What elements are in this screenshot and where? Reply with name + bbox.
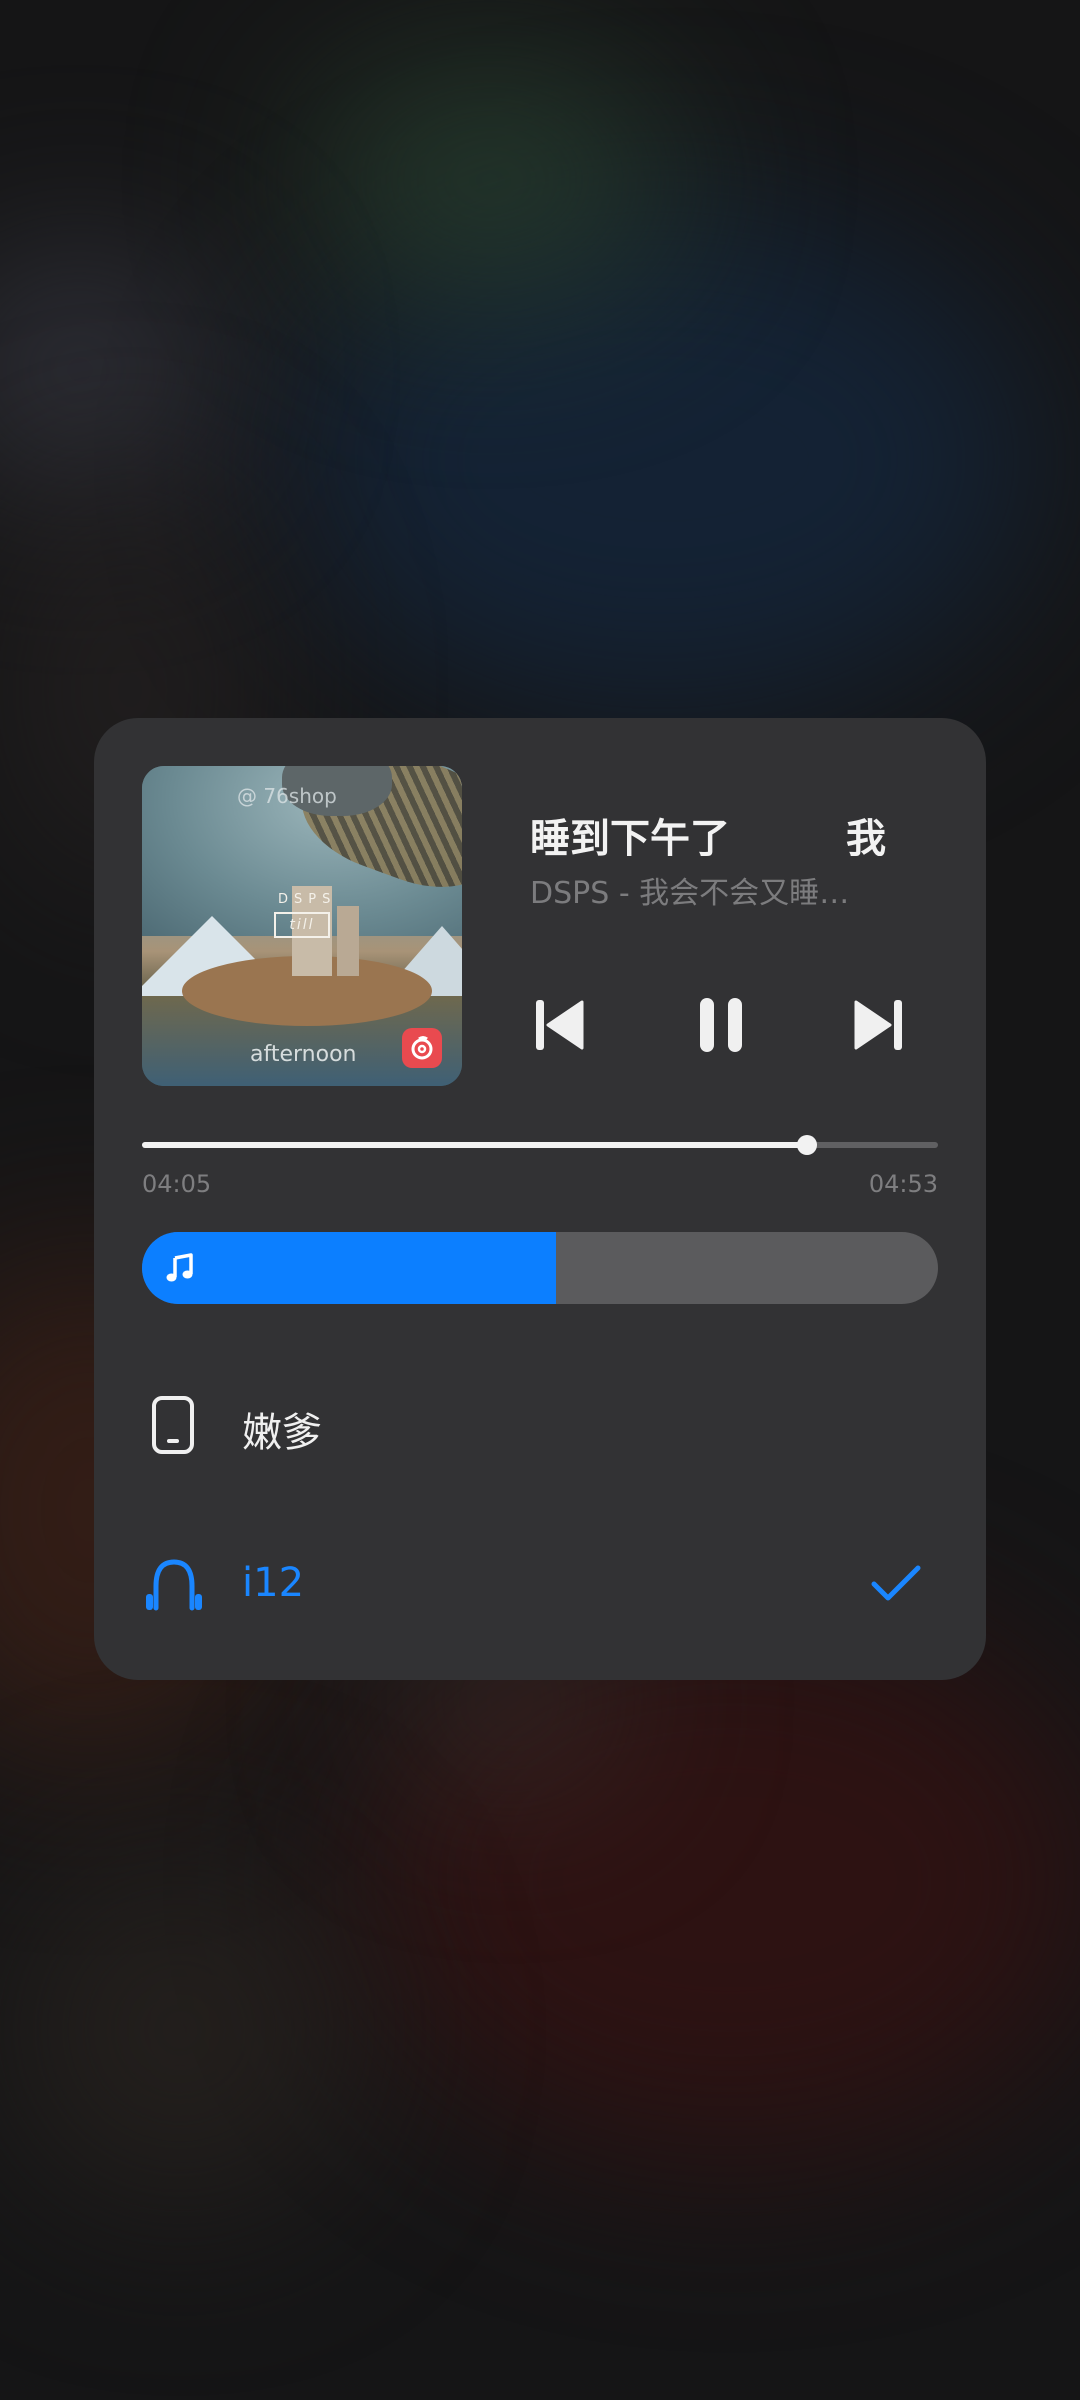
checkmark-icon [871, 1565, 921, 1601]
device-item-earbuds[interactable]: i12 [142, 1530, 938, 1640]
skip-previous-icon [536, 1000, 584, 1050]
music-note-icon [166, 1253, 193, 1282]
earbuds-icon [146, 1559, 202, 1611]
next-button[interactable] [844, 990, 914, 1060]
skip-next-icon [854, 1000, 902, 1050]
current-time: 04:05 [142, 1170, 212, 1198]
volume-slider[interactable] [142, 1232, 938, 1304]
netease-music-icon [402, 1028, 442, 1068]
song-title: 睡到下午了 我 [530, 806, 982, 856]
album-art-top-text: @ 76shop [237, 784, 337, 808]
total-time: 04:53 [868, 1170, 938, 1198]
album-art-label: till [274, 912, 330, 938]
device-name-phone: 嫩爹 [242, 1410, 322, 1456]
media-output-panel: @ 76shop DSPS till afternoon 睡到下午了 我 DSP… [94, 718, 986, 1680]
previous-button[interactable] [524, 990, 594, 1060]
album-art[interactable]: @ 76shop DSPS till afternoon [142, 766, 462, 1086]
device-item-phone[interactable]: 嫩爹 [142, 1370, 938, 1480]
volume-fill [142, 1232, 556, 1304]
progress-fill [142, 1142, 807, 1148]
device-name-earbuds: i12 [242, 1560, 305, 1606]
phone-icon [152, 1396, 194, 1454]
progress-slider[interactable] [142, 1135, 938, 1155]
album-art-bottom-text: afternoon [250, 1042, 357, 1067]
pause-icon [700, 998, 742, 1052]
song-artist: DSPS - 我会不会又睡到下午了 [530, 876, 870, 911]
pause-button[interactable] [686, 990, 756, 1060]
song-title-part-2: 我 [846, 816, 886, 856]
progress-handle[interactable] [796, 1135, 817, 1155]
song-title-part-1: 睡到下午了 [530, 816, 730, 856]
album-art-brand: DSPS [278, 892, 337, 907]
